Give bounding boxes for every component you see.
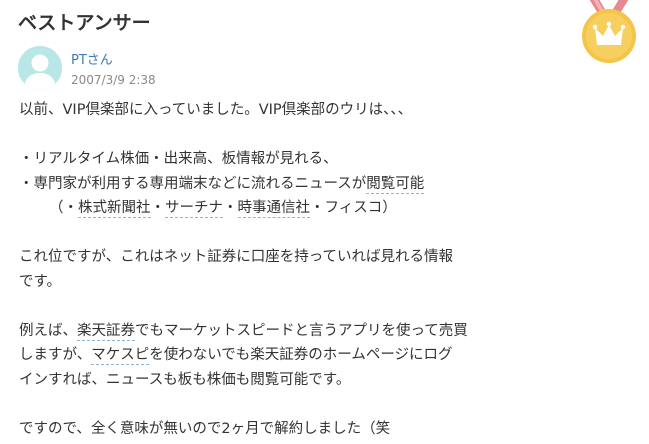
- post-timestamp: 2007/3/9 2:38: [71, 73, 156, 87]
- keyword-link-jiji-tsushinsha[interactable]: 時事通信社: [237, 200, 310, 218]
- avatar[interactable]: [18, 46, 62, 90]
- user-silhouette-icon: [18, 46, 62, 90]
- author-name-link[interactable]: PTさん: [71, 49, 113, 68]
- answer-line: です。: [19, 273, 62, 290]
- answer-text: ・フィスコ）: [310, 200, 397, 216]
- answer-text: ・: [150, 200, 166, 216]
- answer-line: インすれば、ニュースも板も株価も閲覧可能です。: [19, 371, 351, 388]
- keyword-link-kabushiki-shinbunsha[interactable]: 株式新聞社: [78, 200, 151, 218]
- best-answer-medal-icon: [582, 0, 636, 63]
- answer-text: ・: [223, 200, 238, 216]
- answer-line: ・リアルタイム株価・出来高、板情報が見れる、: [19, 151, 338, 167]
- answer-line: ・専門家が利用する専用端末などに流れるニュースが閲覧可能: [19, 172, 519, 197]
- keyword-link-searchina[interactable]: サーチナ: [165, 200, 223, 218]
- answer-line: ですので、全く意味が無いので2ヶ月で解約しました（笑: [19, 420, 391, 437]
- keyword-link-etsuran-kanou[interactable]: 閲覧可能: [366, 175, 425, 194]
- answer-line: 例えば、楽天証券でもマーケットスピードと言うアプリを使って売買: [19, 319, 519, 344]
- answer-line: （・株式新聞社・サーチナ・時事通信社・フィスコ）: [19, 196, 519, 221]
- answer-line: 以前、VIP倶楽部に入っていました。VIP倶楽部のウリは、、、: [19, 102, 413, 118]
- keyword-link-rakuten-shoken[interactable]: 楽天証券: [77, 322, 135, 341]
- answer-text: ・専門家が利用する専用端末などに流れるニュースが: [19, 175, 367, 192]
- answer-text: しますが、: [19, 347, 92, 363]
- keyword-link-makesupi[interactable]: マケスピ: [91, 347, 150, 365]
- answer-text: を使わないでも楽天証券のホームページにログ: [149, 347, 453, 363]
- page-title: ベストアンサー: [18, 12, 151, 34]
- answer-text: 例えば、: [19, 322, 77, 339]
- answer-text: （・: [49, 200, 78, 216]
- answer-text: でもマーケットスピードと言うアプリを使って売買: [135, 322, 468, 339]
- answer-line: しますが、マケスピを使わないでも楽天証券のホームページにログ: [19, 343, 519, 368]
- answer-body: 以前、VIP倶楽部に入っていました。VIP倶楽部のウリは、、、 ・リアルタイム株…: [19, 98, 519, 441]
- answer-line: これ位ですが、これはネット証券に口座を持っていれば見れる情報: [19, 249, 453, 265]
